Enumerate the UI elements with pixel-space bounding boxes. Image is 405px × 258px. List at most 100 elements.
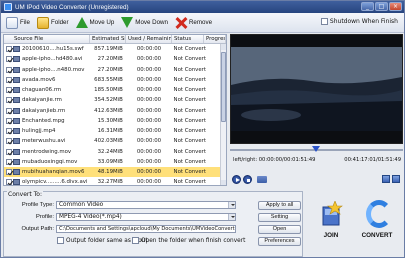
- table-row[interactable]: mentrodwing.mov 32.24MiB 00:00:00 Not Conve…: [4, 147, 226, 157]
- output-path-input[interactable]: C:\Documents and Settings\apcloud\My Doc…: [56, 225, 236, 233]
- move-down-button[interactable]: Move Down: [119, 15, 170, 31]
- table-row[interactable]: mubihuahanqian.mov6 48.19MiB 00:00:00 Not C…: [4, 167, 226, 178]
- convert-to-legend: Convert To:: [7, 191, 43, 198]
- row-checkbox[interactable]: [6, 158, 12, 165]
- apply-to-all-button[interactable]: Apply to all: [258, 201, 301, 210]
- status-cell: Not Convert: [173, 158, 207, 165]
- row-checkbox[interactable]: [6, 179, 12, 185]
- add-file-button[interactable]: File: [4, 15, 32, 31]
- table-row[interactable]: olympicv.........6.divx.avi 32.27MiB 00:00…: [4, 177, 226, 186]
- file-name-cell: meterwushu.avi: [4, 136, 89, 146]
- seek-bar[interactable]: [230, 146, 403, 154]
- row-checkbox[interactable]: [6, 128, 12, 135]
- row-checkbox[interactable]: [6, 76, 12, 83]
- row-checkbox[interactable]: [6, 107, 12, 114]
- video-file-icon: [13, 138, 20, 145]
- file-name-cell: avada.mov6: [4, 75, 89, 85]
- output-path-label: Output Path:: [21, 226, 54, 232]
- row-checkbox[interactable]: [6, 66, 12, 73]
- row-checkbox[interactable]: [6, 46, 12, 53]
- table-row[interactable]: meterwushu.avi 402.03MiB 00:00:00 Not Conve…: [4, 136, 226, 146]
- table-row[interactable]: Enchanted.mpg 15.30MiB 00:00:00 Not Convert: [4, 116, 226, 126]
- add-folder-button[interactable]: Folder: [35, 15, 71, 31]
- table-row[interactable]: avada.mov6 683.55MiB 00:00:00 Not Convert: [4, 75, 226, 85]
- same-as-input-checkbox[interactable]: [57, 237, 64, 244]
- col-source-file[interactable]: Source File: [4, 35, 90, 43]
- snapshot-icon[interactable]: [382, 175, 390, 183]
- open-button[interactable]: Open: [258, 225, 301, 234]
- scroll-up-arrow[interactable]: [221, 44, 226, 50]
- table-row[interactable]: hulingjj.mp4 16.31MiB 00:00:00 Not Convert: [4, 126, 226, 136]
- time-cell: 00:00:00: [136, 56, 162, 63]
- open-folder-checkbox[interactable]: [132, 237, 139, 244]
- add-file-label: File: [20, 19, 30, 26]
- file-name-cell: chaguan06.rm: [4, 85, 89, 95]
- convert-button[interactable]: CONVERT: [353, 197, 401, 249]
- preferences-button[interactable]: Preferences: [258, 237, 301, 246]
- video-file-icon: [13, 56, 20, 63]
- seek-knob[interactable]: [312, 146, 320, 152]
- size-cell: 32.24MiB: [97, 148, 123, 155]
- volume-icon[interactable]: [257, 176, 267, 183]
- status-cell: Not Convert: [173, 148, 207, 155]
- time-cell: 00:00:00: [136, 46, 162, 52]
- shutdown-option[interactable]: Shutdown When Finish: [320, 18, 398, 25]
- profile-type-select[interactable]: Common Video: [56, 201, 236, 209]
- col-estimated-size[interactable]: Estimated Size: [90, 35, 126, 43]
- row-checkbox[interactable]: [6, 117, 12, 124]
- remove-x-icon: [175, 17, 187, 29]
- snapshot-tools: [382, 175, 400, 183]
- table-row[interactable]: apple-ipho...hd480.avi 27.20MiB 00:00:00 No…: [4, 54, 226, 64]
- status-cell: Not Convert: [173, 179, 207, 186]
- file-name-cell: Enchanted.mpg: [4, 116, 89, 126]
- remove-button[interactable]: Remove: [173, 15, 214, 31]
- file-list-scrollbar[interactable]: [220, 44, 226, 185]
- table-row[interactable]: dakaiyanjieb.rm 412.63MiB 00:00:00 Not Conv…: [4, 106, 226, 116]
- video-file-icon: [13, 66, 20, 73]
- table-row[interactable]: 20100610....hu15s.swf 857.19MiB 00:00:00 No…: [4, 44, 226, 54]
- open-folder-option[interactable]: Open the folder when finish convert: [132, 237, 245, 244]
- join-button[interactable]: JOIN: [307, 197, 355, 249]
- col-progress[interactable]: Progress: [204, 35, 226, 43]
- video-file-icon: [13, 148, 20, 155]
- size-cell: 33.09MiB: [97, 158, 123, 165]
- scroll-thumb[interactable]: [221, 52, 226, 122]
- row-checkbox[interactable]: [6, 148, 12, 155]
- row-checkbox[interactable]: [6, 169, 12, 176]
- row-checkbox[interactable]: [6, 97, 12, 104]
- col-used-remaining[interactable]: Used / Remaining: [126, 35, 172, 43]
- size-cell: 185.50MiB: [94, 87, 123, 93]
- size-cell: 354.52MiB: [94, 97, 123, 104]
- profile-type-row: Profile Type: Common Video: [4, 201, 236, 209]
- minimize-button[interactable]: _: [361, 2, 374, 11]
- profile-select[interactable]: MPEG-4 Video(*.mp4): [56, 213, 236, 221]
- table-row[interactable]: mubaduoxingqi.mov 33.09MiB 00:00:00 Not Con…: [4, 157, 226, 167]
- main-window: UM IPod Video Converter (Unregistered) _…: [0, 0, 405, 258]
- play-icon[interactable]: [232, 175, 241, 184]
- fullscreen-icon[interactable]: [392, 175, 400, 183]
- maximize-button[interactable]: □: [375, 2, 388, 11]
- join-label: JOIN: [323, 232, 339, 239]
- setting-button[interactable]: Setting: [258, 213, 301, 222]
- stop-icon[interactable]: [243, 175, 252, 184]
- chevron-down-icon: [228, 202, 235, 208]
- row-checkbox[interactable]: [6, 56, 12, 63]
- arrow-down-icon: [121, 17, 134, 28]
- col-status[interactable]: Status: [172, 35, 204, 43]
- table-row[interactable]: apple-ipho....n480.mov 27.20MiB 00:00:00 No…: [4, 65, 226, 75]
- video-file-icon: [13, 97, 20, 104]
- row-checkbox[interactable]: [6, 138, 12, 145]
- join-icon: [322, 201, 343, 226]
- profile-label: Profile:: [35, 214, 54, 220]
- status-cell: Not Convert: [173, 56, 207, 63]
- close-button[interactable]: ×: [389, 2, 402, 11]
- video-file-icon: [13, 117, 20, 124]
- table-row[interactable]: dakaiyanjie.rm 354.52MiB 00:00:00 Not Conve…: [4, 95, 226, 105]
- shutdown-checkbox[interactable]: [320, 18, 328, 25]
- video-file-icon: [13, 128, 20, 135]
- file-list[interactable]: Source File Estimated Size Used / Remain…: [3, 34, 227, 186]
- table-row[interactable]: chaguan06.rm 185.50MiB 00:00:00 Not Convert: [4, 85, 226, 95]
- file-name-cell: mubaduoxingqi.mov: [4, 157, 89, 167]
- move-up-button[interactable]: Move Up: [74, 15, 117, 31]
- row-checkbox[interactable]: [6, 87, 12, 94]
